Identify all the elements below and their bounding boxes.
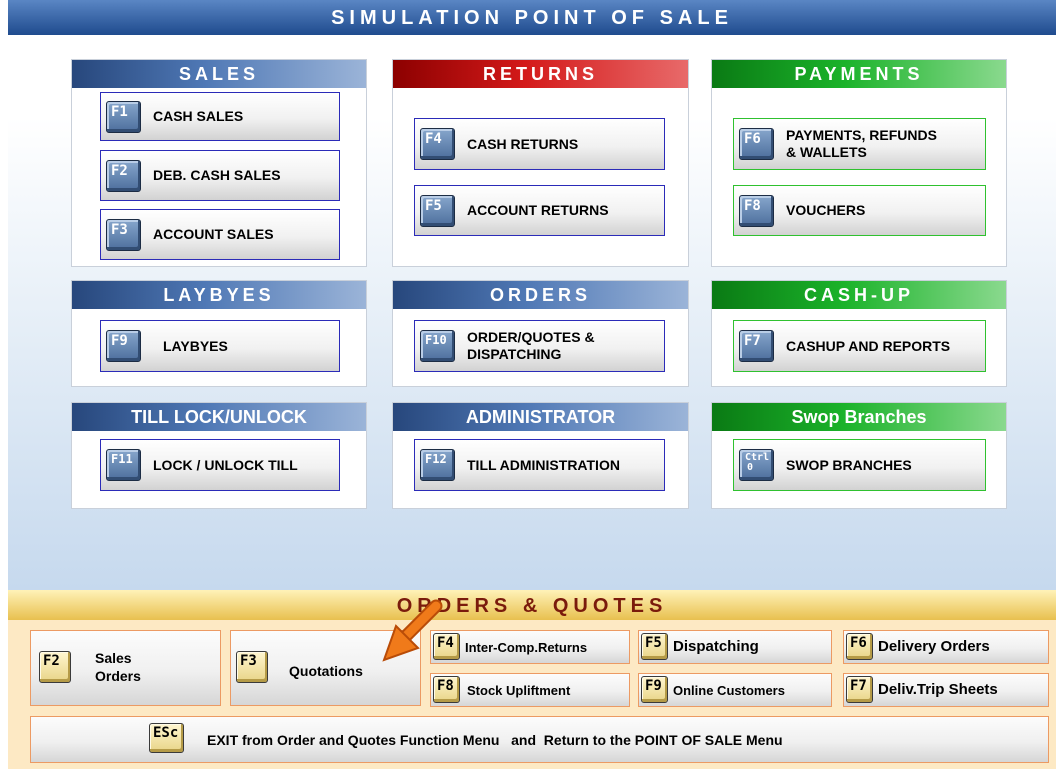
account-returns-button[interactable]: F5 ACCOUNT RETURNS bbox=[414, 185, 665, 236]
administrator-header: ADMINISTRATOR bbox=[393, 403, 688, 431]
stock-upliftment-label: Stock Upliftment bbox=[467, 683, 571, 698]
payments-refunds-label: PAYMENTS, REFUNDS & WALLETS bbox=[786, 127, 937, 160]
account-sales-button[interactable]: F3 ACCOUNT SALES bbox=[100, 209, 340, 260]
f9-key-icon: F9 bbox=[106, 330, 141, 362]
deliv-trip-sheets-button[interactable]: F7 Deliv.Trip Sheets bbox=[843, 673, 1049, 707]
cashup-header: CASH-UP bbox=[712, 281, 1006, 309]
cash-sales-button[interactable]: F1 CASH SALES bbox=[100, 92, 340, 141]
cash-returns-button[interactable]: F4 CASH RETURNS bbox=[414, 118, 665, 170]
sales-orders-button[interactable]: F2 Sales Orders bbox=[30, 630, 221, 706]
deb-cash-sales-button[interactable]: F2 DEB. CASH SALES bbox=[100, 150, 340, 201]
f7-key-icon: F7 bbox=[846, 676, 873, 703]
ctrl-0-key-icon: Ctrl 0 bbox=[739, 449, 774, 481]
online-customers-button[interactable]: F9 Online Customers bbox=[638, 673, 832, 707]
esc-key-icon: ESc bbox=[149, 723, 184, 753]
sales-orders-label: Sales Orders bbox=[95, 650, 141, 684]
f11-key-icon: F11 bbox=[106, 449, 141, 481]
laybyes-header: LAYBYES bbox=[72, 281, 366, 309]
f5-key-icon: F5 bbox=[641, 633, 668, 660]
f2-key-icon: F2 bbox=[106, 159, 141, 192]
f3-key-icon: F3 bbox=[236, 651, 268, 683]
dispatching-label: Dispatching bbox=[673, 638, 759, 655]
delivery-orders-button[interactable]: F6 Delivery Orders bbox=[843, 630, 1049, 664]
order-quotes-dispatching-button[interactable]: F10 ORDER/QUOTES & DISPATCHING bbox=[414, 320, 665, 372]
deb-cash-sales-label: DEB. CASH SALES bbox=[153, 167, 281, 183]
returns-header: RETURNS bbox=[393, 60, 688, 88]
f9-key-icon: F9 bbox=[641, 676, 668, 703]
payments-refunds-wallets-button[interactable]: F6 PAYMENTS, REFUNDS & WALLETS bbox=[733, 118, 986, 170]
inter-comp-returns-button[interactable]: F4 Inter-Comp.Returns bbox=[430, 630, 630, 664]
lock-unlock-label: LOCK / UNLOCK TILL bbox=[153, 456, 298, 473]
laybyes-label: LAYBYES bbox=[163, 337, 228, 354]
inter-comp-returns-label: Inter-Comp.Returns bbox=[465, 640, 588, 655]
cash-sales-label: CASH SALES bbox=[153, 108, 244, 124]
vouchers-label: VOUCHERS bbox=[786, 202, 866, 218]
f8-key-icon: F8 bbox=[433, 676, 460, 703]
f1-key-icon: F1 bbox=[106, 100, 141, 133]
quotations-button[interactable]: F3 Quotations bbox=[230, 630, 421, 706]
cash-returns-label: CASH RETURNS bbox=[467, 135, 579, 152]
swop-branches-label: SWOP BRANCHES bbox=[786, 456, 912, 473]
account-sales-label: ACCOUNT SALES bbox=[153, 226, 274, 242]
f12-key-icon: F12 bbox=[420, 449, 455, 481]
f10-key-icon: F10 bbox=[420, 330, 455, 362]
cashup-reports-label: CASHUP AND REPORTS bbox=[786, 337, 951, 354]
f4-key-icon: F4 bbox=[420, 128, 455, 160]
payments-header: PAYMENTS bbox=[712, 60, 1006, 88]
lock-unlock-till-button[interactable]: F11 LOCK / UNLOCK TILL bbox=[100, 439, 340, 491]
laybyes-button[interactable]: F9 LAYBYES bbox=[100, 320, 340, 372]
till-lock-header: TILL LOCK/UNLOCK bbox=[72, 403, 366, 431]
f8-key-icon: F8 bbox=[739, 194, 774, 227]
stock-upliftment-button[interactable]: F8 Stock Upliftment bbox=[430, 673, 630, 707]
f4-key-icon: F4 bbox=[433, 633, 460, 660]
swop-branches-button[interactable]: Ctrl 0 SWOP BRANCHES bbox=[733, 439, 986, 491]
till-administration-label: TILL ADMINISTRATION bbox=[467, 456, 620, 473]
order-quotes-label: ORDER/QUOTES & DISPATCHING bbox=[467, 329, 595, 362]
online-customers-label: Online Customers bbox=[673, 683, 785, 698]
exit-label: EXIT from Order and Quotes Function Menu… bbox=[207, 732, 783, 748]
orders-header: ORDERS bbox=[393, 281, 688, 309]
quotations-label: Quotations bbox=[289, 663, 363, 679]
dispatching-button[interactable]: F5 Dispatching bbox=[638, 630, 832, 664]
f3-key-icon: F3 bbox=[106, 218, 141, 251]
delivery-orders-label: Delivery Orders bbox=[878, 638, 990, 655]
f5-key-icon: F5 bbox=[420, 194, 455, 227]
cashup-reports-button[interactable]: F7 CASHUP AND REPORTS bbox=[733, 320, 986, 372]
f2-key-icon: F2 bbox=[39, 651, 71, 683]
vouchers-button[interactable]: F8 VOUCHERS bbox=[733, 185, 986, 236]
sales-header: SALES bbox=[72, 60, 366, 88]
f6-key-icon: F6 bbox=[846, 633, 873, 660]
swop-branches-header: Swop Branches bbox=[712, 403, 1006, 431]
f7-key-icon: F7 bbox=[739, 330, 774, 362]
page-title: SIMULATION POINT OF SALE bbox=[8, 0, 1056, 35]
exit-orders-quotes-button[interactable]: ESc EXIT from Order and Quotes Function … bbox=[30, 716, 1049, 763]
f6-key-icon: F6 bbox=[739, 128, 774, 160]
pos-screen: SIMULATION POINT OF SALE SALES F1 CASH S… bbox=[0, 0, 1056, 769]
orders-quotes-header: ORDERS & QUOTES bbox=[8, 590, 1056, 620]
till-administration-button[interactable]: F12 TILL ADMINISTRATION bbox=[414, 439, 665, 491]
deliv-trip-sheets-label: Deliv.Trip Sheets bbox=[878, 681, 998, 698]
account-returns-label: ACCOUNT RETURNS bbox=[467, 202, 609, 218]
